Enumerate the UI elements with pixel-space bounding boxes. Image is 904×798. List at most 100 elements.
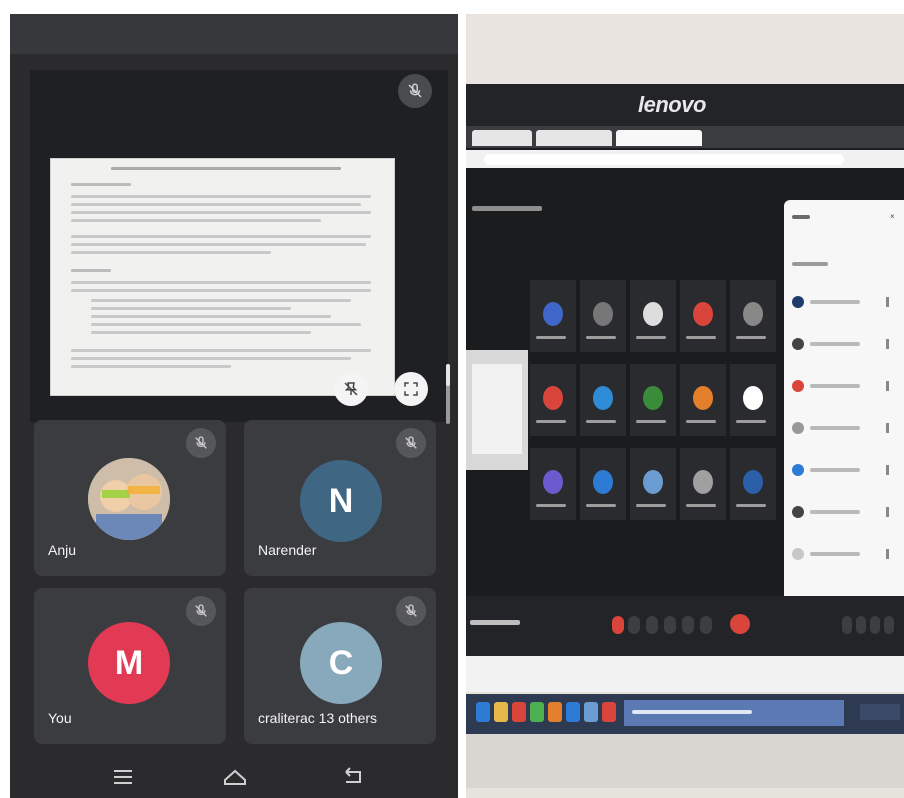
- people-row-menu-icon[interactable]: [886, 381, 889, 391]
- monitor-participant-avatar: [693, 386, 713, 410]
- mic-off-icon: [195, 436, 207, 449]
- camera-button[interactable]: [646, 616, 658, 634]
- monitor-participant-avatar: [643, 386, 663, 410]
- unpin-button[interactable]: [334, 372, 368, 406]
- people-row-avatar: [792, 464, 804, 476]
- page-lower-area: [466, 656, 904, 692]
- desk-surface: [466, 734, 904, 788]
- monitor-participant-avatar: [593, 386, 613, 410]
- people-row-name: [810, 426, 860, 430]
- menu-icon[interactable]: [110, 766, 136, 788]
- meet-clock: [470, 620, 520, 625]
- monitor-participant-avatar: [593, 470, 613, 494]
- monitor-participant-avatar: [543, 386, 563, 410]
- browser-tab-active[interactable]: [616, 130, 702, 146]
- monitor-participant-name: [586, 420, 616, 423]
- mic-off-button: [396, 596, 426, 626]
- self-preview-content: [472, 364, 522, 454]
- people-panel-title: [792, 214, 810, 221]
- taskbar-app-icon[interactable]: [512, 702, 526, 722]
- meet-presenting-indicator: [472, 206, 542, 211]
- mic-button[interactable]: [628, 616, 640, 634]
- people-row-name: [810, 468, 860, 472]
- participant-name: craliterac 13 others: [258, 710, 378, 726]
- activities-button[interactable]: [884, 616, 894, 634]
- taskbar-app-icon[interactable]: [602, 702, 616, 722]
- monitor-participant-name: [536, 336, 566, 339]
- monitor-participant-name: [736, 336, 766, 339]
- monitor-participant-avatar: [543, 470, 563, 494]
- monitor-participant-name: [536, 504, 566, 507]
- taskbar-app-icon[interactable]: [476, 702, 490, 722]
- mic-off-button: [186, 596, 216, 626]
- people-row-menu-icon[interactable]: [886, 465, 889, 475]
- monitor-participant-avatar: [743, 470, 763, 494]
- taskbar-app-icon[interactable]: [530, 702, 544, 722]
- fullscreen-button[interactable]: [394, 372, 428, 406]
- people-button[interactable]: [856, 616, 866, 634]
- people-row-name: [810, 300, 860, 304]
- participant-tile[interactable]: M You: [34, 588, 226, 744]
- taskbar-app-icon[interactable]: [494, 702, 508, 722]
- browser-tab[interactable]: [472, 130, 532, 146]
- photo-avatar-image: [88, 458, 170, 540]
- mic-off-icon: [195, 604, 207, 617]
- monitor-participant-avatar: [693, 470, 713, 494]
- status-area: [10, 14, 458, 54]
- leave-call-button[interactable]: [730, 614, 750, 634]
- people-row-menu-icon[interactable]: [886, 507, 889, 517]
- mic-off-icon: [408, 83, 422, 98]
- monitor-participant-avatar: [543, 302, 563, 326]
- people-row-avatar: [792, 422, 804, 434]
- monitor-participant-name: [686, 420, 716, 423]
- avatar: C: [300, 622, 382, 704]
- monitor-participant-avatar: [643, 302, 663, 326]
- participant-name: Narender: [258, 542, 317, 558]
- monitor-participant-name: [686, 504, 716, 507]
- people-section-label: [792, 262, 828, 266]
- people-row-avatar: [792, 506, 804, 518]
- people-row-menu-icon[interactable]: [886, 297, 889, 307]
- chat-button[interactable]: [870, 616, 880, 634]
- people-row-avatar: [792, 338, 804, 350]
- monitor-participant-name: [636, 504, 666, 507]
- mic-off-button: [186, 428, 216, 458]
- people-row-avatar: [792, 380, 804, 392]
- monitor-participant-avatar: [743, 302, 763, 326]
- taskbar-app-icon[interactable]: [548, 702, 562, 722]
- mic-off-button: [396, 428, 426, 458]
- captions-button[interactable]: [664, 616, 676, 634]
- monitor-participant-avatar: [693, 302, 713, 326]
- participant-tile[interactable]: N Narender: [244, 420, 436, 576]
- participant-name: Anju: [48, 542, 77, 558]
- people-row-avatar: [792, 296, 804, 308]
- back-icon[interactable]: [340, 766, 366, 788]
- monitor-participant-name: [636, 336, 666, 339]
- wall-background: [466, 14, 904, 84]
- taskbar-app-icon[interactable]: [584, 702, 598, 722]
- people-row-menu-icon[interactable]: [886, 423, 889, 433]
- browser-tab[interactable]: [536, 130, 612, 146]
- people-row-name: [810, 342, 860, 346]
- info-button[interactable]: [842, 616, 852, 634]
- monitor-participant-name: [536, 420, 566, 423]
- participant-tile[interactable]: Anju: [34, 420, 226, 576]
- raise-hand-button[interactable]: [612, 616, 624, 634]
- more-options-button[interactable]: [700, 616, 712, 634]
- scroll-thumb[interactable]: [446, 364, 450, 386]
- people-row-menu-icon[interactable]: [886, 339, 889, 349]
- participant-tile[interactable]: C craliterac 13 others: [244, 588, 436, 744]
- taskbar-window-label: [632, 710, 752, 714]
- presentation-mute-button[interactable]: [398, 74, 432, 108]
- monitor-participant-name: [586, 504, 616, 507]
- taskbar-app-icon[interactable]: [566, 702, 580, 722]
- monitor-participant-name: [736, 420, 766, 423]
- mic-off-icon: [405, 604, 417, 617]
- fullscreen-icon: [404, 382, 418, 396]
- close-icon[interactable]: ×: [890, 212, 895, 221]
- present-button[interactable]: [682, 616, 694, 634]
- people-row-menu-icon[interactable]: [886, 549, 889, 559]
- monitor-participant-name: [686, 336, 716, 339]
- address-bar[interactable]: [484, 154, 844, 165]
- home-icon[interactable]: [222, 766, 248, 788]
